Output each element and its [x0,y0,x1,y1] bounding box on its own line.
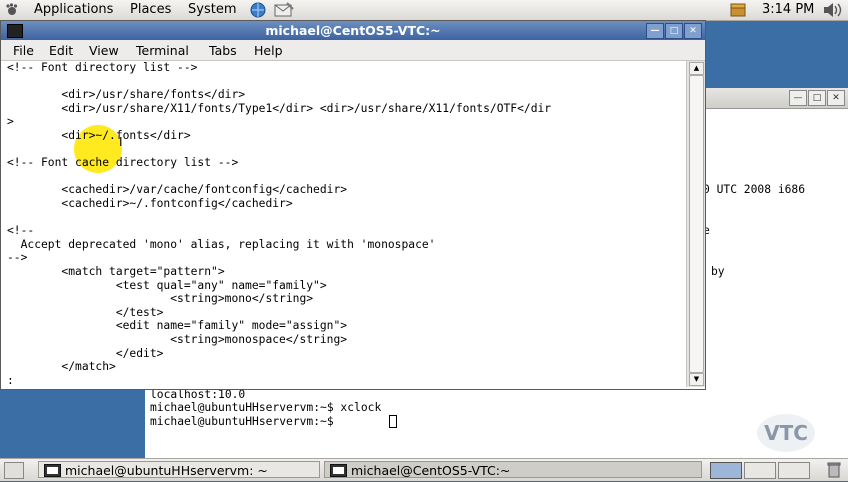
output-fragment: by [711,265,725,278]
terminal-line: <!-- [7,224,35,238]
menu-file[interactable]: File [13,43,34,58]
workspace-switcher[interactable] [744,462,776,479]
terminal-titlebar[interactable]: michael@CentOS5-VTC:~ — □ ✕ [1,21,705,40]
text-cursor [389,415,397,428]
show-desktop-icon[interactable] [4,462,24,479]
update-notifier-icon[interactable] [730,2,746,22]
terminal-line: michael@ubuntuHHservervm:~$ [150,415,341,428]
menu-tabs[interactable]: Tabs [209,43,237,58]
terminal-line: <dir>/usr/share/X11/fonts/Type1</dir> <d… [7,101,552,115]
places-menu[interactable]: Places [130,2,171,17]
bottom-panel: michael@ubuntuHHservervm: ~ michael@Cent… [0,458,848,481]
workspace-switcher[interactable] [710,462,742,479]
terminal-line: michael@ubuntuHHservervm:~$ xclock [150,401,382,414]
terminal-line: <!-- Font cache directory list --> [7,156,239,170]
trash-icon[interactable] [826,461,842,482]
menu-help[interactable]: Help [254,43,283,58]
terminal-line: --> [7,251,28,265]
terminal-menubar: File Edit View Terminal Tabs Help [1,40,705,61]
taskbar-item-ubuntu-terminal[interactable]: michael@ubuntuHHservervm: ~ [38,461,320,478]
window-title: michael@CentOS5-VTC:~ [265,23,441,38]
terminal-line: <string>monospace</string> [7,333,348,346]
terminal-line: </test> [7,305,164,319]
minimize-button[interactable]: — [646,23,664,39]
applications-menu[interactable]: Applications [34,2,113,17]
terminal-line: <dir>~/.fonts</dir> [7,129,191,142]
email-icon[interactable] [273,2,295,22]
taskbar-item-label: michael@ubuntuHHservervm: ~ [65,463,268,478]
terminal-line: <string>mono</string> [7,292,314,306]
maximize-button[interactable]: □ [808,90,826,106]
terminal-line: <edit name="family" mode="assign"> [7,319,348,333]
terminal-line: <!-- Font directory list --> [7,61,198,74]
maximize-button[interactable]: □ [665,23,683,39]
background-terminal-titlebar[interactable]: — □ ✕ [701,88,848,109]
system-menu[interactable]: System [188,2,236,17]
menu-terminal[interactable]: Terminal [136,43,189,58]
terminal-line: <cachedir>~/.fontconfig</cachedir> [7,197,293,210]
clock[interactable]: 3:14 PM [762,2,814,17]
scroll-up-button[interactable]: ▲ [689,62,704,75]
taskbar-item-centos-terminal[interactable]: michael@CentOS5-VTC:~ [324,461,702,478]
web-browser-icon[interactable] [250,2,270,22]
terminal-icon [330,464,347,477]
close-button[interactable]: ✕ [827,90,845,106]
taskbar-item-label: michael@CentOS5-VTC:~ [351,463,511,478]
menu-view[interactable]: View [89,43,119,58]
terminal-window[interactable]: michael@CentOS5-VTC:~ — □ ✕ File Edit Vi… [0,20,706,390]
text-cursor-ibeam-icon: I [119,135,123,149]
terminal-line: <match target="pattern"> [7,265,225,278]
terminal-line: Accept deprecated 'mono' alias, replacin… [7,237,436,251]
terminal-line: <test qual="any" name="family"> [7,278,327,292]
vtc-logo: VTC [757,414,815,452]
foot-icon[interactable] [5,3,19,17]
minimize-button[interactable]: — [789,90,807,106]
scroll-down-button[interactable]: ▼ [689,373,704,386]
terminal-line: > [7,115,14,129]
menu-edit[interactable]: Edit [49,43,73,58]
terminal-icon [7,24,23,38]
background-terminal-output[interactable]: localhost:10.0 michael@ubuntuHHservervm:… [145,384,848,458]
terminal-scrollbar[interactable]: ▲ ▼ [686,61,705,387]
workspace-switcher[interactable] [778,462,810,479]
terminal-line: </match> [7,360,116,374]
output-fragment: 0 UTC 2008 i686 [703,183,806,196]
terminal-icon [44,464,61,477]
top-panel: Applications Places System 3:14 PM [0,0,848,21]
close-button[interactable]: ✕ [684,23,702,39]
volume-icon[interactable] [822,2,844,22]
terminal-line: : [7,373,14,387]
terminal-content[interactable]: <!-- Font directory list --> <dir>/usr/s… [7,61,685,387]
terminal-line: </edit> [7,346,164,360]
terminal-line: <dir>/usr/share/fonts</dir> [7,88,246,102]
scroll-thumb[interactable] [689,75,704,373]
terminal-line: <cachedir>/var/cache/fontconfig</cachedi… [7,183,348,197]
